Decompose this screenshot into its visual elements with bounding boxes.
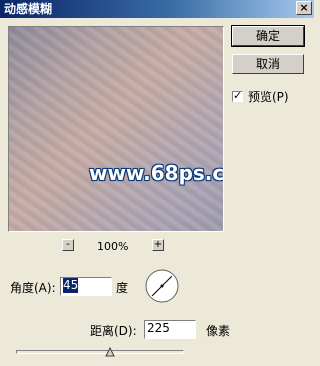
zoom-in-button[interactable]: + [152, 239, 164, 251]
preview-pane[interactable]: www.68ps.com [8, 26, 224, 232]
preview-checkbox[interactable]: ✓ [232, 89, 243, 102]
zoom-level: 100% [97, 240, 129, 253]
close-icon: × [299, 1, 309, 14]
angle-label: 角度(A): [10, 281, 56, 295]
preview-toggle[interactable]: ✓ 预览(P) [232, 88, 289, 105]
window-title: 动感模糊 [4, 2, 53, 16]
title-bar: 动感模糊 × [0, 0, 314, 18]
close-button[interactable]: × [296, 1, 312, 15]
preview-label: 预览(P) [248, 90, 289, 104]
distance-label: 距离(D): [90, 324, 137, 338]
cancel-button[interactable]: 取消 [232, 54, 304, 74]
watermark-text: www.68ps.com [89, 161, 224, 185]
distance-slider-thumb[interactable] [105, 347, 115, 357]
angle-value: 45 [63, 278, 79, 293]
zoom-out-button[interactable]: - [62, 239, 74, 251]
angle-input[interactable]: 45 [60, 277, 112, 296]
angle-unit: 度 [116, 281, 129, 295]
angle-dial[interactable] [144, 268, 180, 304]
distance-input[interactable]: 225 [144, 320, 196, 339]
distance-unit: 像素 [206, 324, 231, 338]
preview-image [9, 27, 223, 231]
ok-button[interactable]: 确定 [231, 25, 305, 47]
checkmark-icon: ✓ [233, 89, 243, 102]
distance-slider-track[interactable] [16, 350, 184, 354]
